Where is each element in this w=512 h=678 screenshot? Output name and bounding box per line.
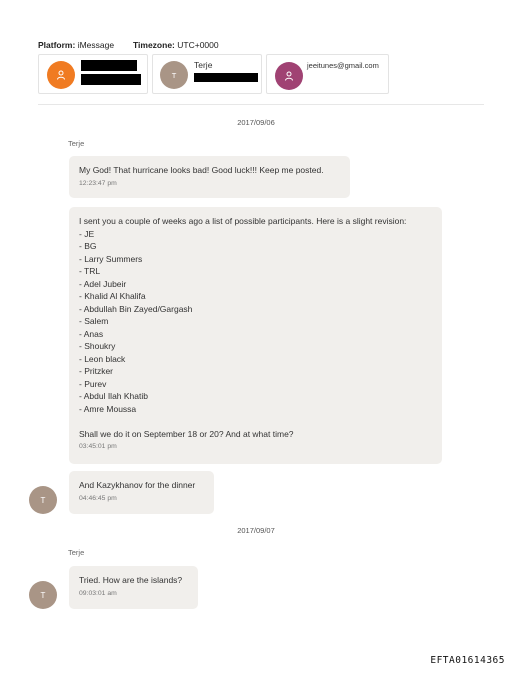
timezone-meta: Timezone: UTC+0000 bbox=[133, 40, 219, 50]
message-text: Tried. How are the islands? bbox=[79, 575, 183, 585]
message-bubble: And Kazykhanov for the dinner 04:46:45 p… bbox=[69, 471, 214, 514]
message-time: 12:23:47 pm bbox=[79, 179, 117, 187]
sender-name: Terje bbox=[68, 139, 85, 148]
redaction-bar bbox=[81, 74, 141, 85]
participant-avatar-2: T bbox=[160, 61, 188, 89]
participant-name: Terje bbox=[194, 60, 213, 70]
platform-meta: Platform: iMessage bbox=[38, 40, 114, 50]
sender-name: Terje bbox=[68, 548, 85, 557]
message-line: - Leon black bbox=[79, 353, 126, 364]
message-line: - Pritzker bbox=[79, 366, 113, 376]
avatar-initial: T bbox=[171, 70, 177, 80]
message-line: - BG bbox=[79, 241, 97, 251]
participant-avatar-1 bbox=[47, 61, 75, 89]
message-time: 09:03:01 am bbox=[79, 589, 117, 597]
message-line bbox=[79, 415, 432, 428]
sender-avatar: T bbox=[29, 581, 57, 609]
participant-card-1 bbox=[38, 54, 148, 94]
participant-card-2: T Terje bbox=[152, 54, 262, 94]
person-icon bbox=[285, 71, 293, 81]
platform-value: iMessage bbox=[77, 40, 115, 50]
date-separator: 2017/09/07 bbox=[237, 526, 275, 535]
message-bubble: My God! That hurricane looks bad! Good l… bbox=[69, 156, 350, 198]
date-separator: 2017/09/06 bbox=[237, 118, 275, 127]
message-line: I sent you a couple of weeks ago a list … bbox=[79, 216, 407, 226]
message-line: - Larry Summers bbox=[79, 253, 143, 264]
message-line: - Salem bbox=[79, 316, 109, 326]
participant-avatar-3 bbox=[275, 62, 303, 90]
message-time: 04:46:45 pm bbox=[79, 494, 117, 502]
document-id: EFTA01614365 bbox=[430, 655, 505, 666]
message-line: - Khalid Al Khalifa bbox=[79, 291, 146, 301]
message-line: - Abdul Ilah Khatib bbox=[79, 391, 148, 401]
avatar-initial: T bbox=[40, 495, 46, 505]
message-bubble: I sent you a couple of weeks ago a list … bbox=[69, 207, 442, 464]
message-line: - TRL bbox=[79, 266, 101, 276]
message-line: - JE bbox=[79, 228, 95, 239]
message-line: - Anas bbox=[79, 328, 104, 339]
message-line: - Shoukry bbox=[79, 341, 116, 351]
participant-email: jeeitunes@gmail.com bbox=[307, 61, 379, 70]
timezone-label: Timezone: bbox=[133, 40, 175, 50]
message-line: - Abdullah Bin Zayed/Gargash bbox=[79, 303, 193, 314]
timezone-value: UTC+0000 bbox=[177, 40, 219, 50]
message-text: My God! That hurricane looks bad! Good l… bbox=[79, 165, 324, 175]
redaction-bar bbox=[81, 60, 137, 71]
participant-card-3: jeeitunes@gmail.com bbox=[266, 54, 389, 94]
header-divider bbox=[38, 104, 484, 105]
redaction-bar bbox=[194, 73, 258, 82]
message-line: - Purev bbox=[79, 378, 107, 389]
message-line: Shall we do it on September 18 or 20? An… bbox=[79, 428, 294, 439]
message-line: - Amre Moussa bbox=[79, 403, 137, 414]
platform-label: Platform: bbox=[38, 40, 76, 50]
message-line: - Adel Jubeir bbox=[79, 278, 127, 289]
sender-avatar: T bbox=[29, 486, 57, 514]
message-text: I sent you a couple of weeks ago a list … bbox=[79, 215, 432, 440]
message-text: And Kazykhanov for the dinner bbox=[79, 480, 196, 490]
avatar-initial: T bbox=[40, 590, 46, 600]
message-time: 03:45:01 pm bbox=[79, 443, 117, 450]
person-icon bbox=[57, 70, 65, 80]
message-bubble: Tried. How are the islands? 09:03:01 am bbox=[69, 566, 198, 609]
